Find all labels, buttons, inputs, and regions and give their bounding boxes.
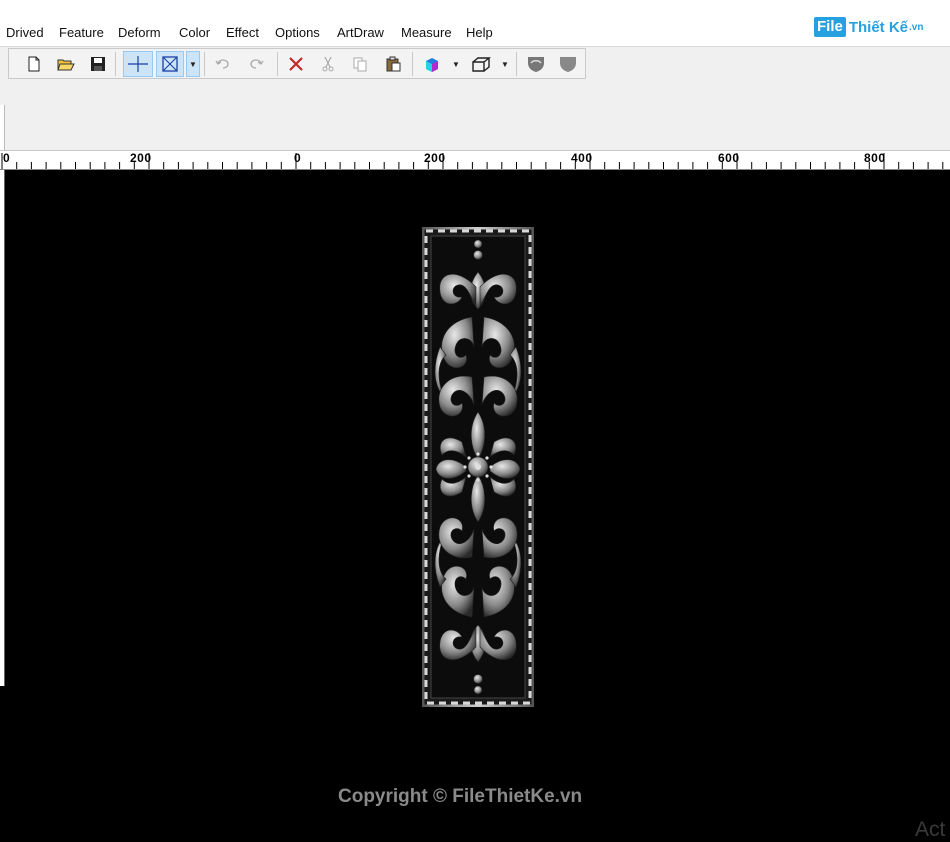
open-folder-icon[interactable] xyxy=(53,51,79,77)
new-file-icon[interactable] xyxy=(21,51,47,77)
chevron-down-icon[interactable]: ▼ xyxy=(449,51,463,77)
cut-icon[interactable] xyxy=(315,51,341,77)
wireframe-view-icon[interactable] xyxy=(468,51,494,77)
relief-shield-icon[interactable] xyxy=(523,51,549,77)
copy-icon[interactable] xyxy=(347,51,373,77)
ruler-label: 0 xyxy=(3,151,11,165)
relief-flat-icon[interactable] xyxy=(555,51,581,77)
ruler-label: 600 xyxy=(718,151,740,165)
ruler-label: 200 xyxy=(130,151,152,165)
ruler-label: 200 xyxy=(424,151,446,165)
logo-box: File xyxy=(814,17,846,37)
left-panel-edge[interactable] xyxy=(0,170,5,686)
ruler-label: 800 xyxy=(864,151,886,165)
panel-area xyxy=(0,80,950,150)
toolbar: ▼ ▼ ▼ xyxy=(0,46,950,81)
menu-artdraw[interactable]: ArtDraw xyxy=(337,25,384,40)
menu-drived[interactable]: Drived xyxy=(6,25,44,40)
box-select-icon[interactable] xyxy=(156,51,184,77)
save-icon[interactable] xyxy=(85,51,111,77)
menu-bar: Drived Feature Deform Color Effect Optio… xyxy=(0,0,950,46)
toolbar-separator xyxy=(204,52,205,76)
ruler-label: 400 xyxy=(571,151,593,165)
logo-suffix: .vn xyxy=(909,21,924,33)
menu-deform[interactable]: Deform xyxy=(118,25,161,40)
paste-icon[interactable] xyxy=(380,51,406,77)
left-panel-stub[interactable] xyxy=(0,105,5,150)
toolbar-separator xyxy=(516,52,517,76)
delete-icon[interactable] xyxy=(283,51,309,77)
copyright-watermark: Copyright © FileThietKe.vn xyxy=(338,786,583,807)
ruler-label: 0 xyxy=(294,151,302,165)
menu-effect[interactable]: Effect xyxy=(226,25,259,40)
relief-carving-image[interactable] xyxy=(422,227,534,707)
toolbar-separator xyxy=(115,52,116,76)
menu-help[interactable]: Help xyxy=(466,25,493,40)
chevron-down-icon[interactable]: ▼ xyxy=(186,51,200,77)
logo-text: Thiết Kế xyxy=(848,18,909,36)
toolbar-separator xyxy=(277,52,278,76)
horizontal-ruler: 0 200 0 200 400 600 800 xyxy=(0,150,950,170)
undo-icon[interactable] xyxy=(210,51,236,77)
menu-color[interactable]: Color xyxy=(179,25,210,40)
site-logo: File Thiết Kế .vn xyxy=(814,15,923,39)
crosshair-select-icon[interactable] xyxy=(123,51,153,77)
shaded-view-icon[interactable] xyxy=(419,51,445,77)
toolbar-separator xyxy=(412,52,413,76)
chevron-down-icon[interactable]: ▼ xyxy=(498,51,512,77)
menu-feature[interactable]: Feature xyxy=(59,25,104,40)
menu-measure[interactable]: Measure xyxy=(401,25,452,40)
menu-options[interactable]: Options xyxy=(275,25,320,40)
redo-icon[interactable] xyxy=(243,51,269,77)
activate-windows-watermark: Act xyxy=(915,818,946,841)
